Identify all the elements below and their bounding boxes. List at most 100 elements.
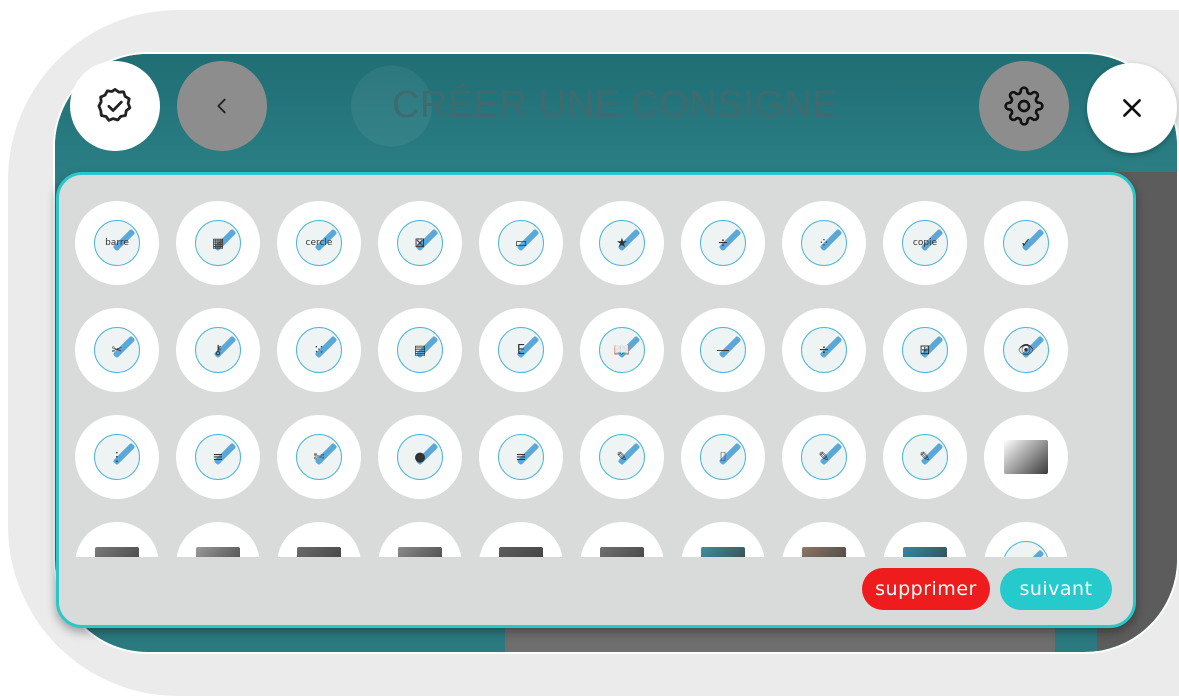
tile-glyph: ✓ (1020, 235, 1032, 251)
tool-tile[interactable]: ✎ (883, 415, 967, 499)
photo-icon (600, 547, 644, 557)
tool-tile[interactable]: ⚷ (176, 308, 260, 392)
ecrire-icon: ✎ (902, 434, 948, 480)
settings-button[interactable] (979, 61, 1069, 151)
tile-glyph: ✎ (919, 449, 931, 465)
tool-tile[interactable]: ● (378, 415, 462, 499)
photo-icon (903, 547, 947, 557)
tool-tile[interactable]: ⁘ (782, 201, 866, 285)
tool-tile[interactable]: ✎ (580, 415, 664, 499)
tool-tile[interactable]: ⁙ (277, 308, 361, 392)
tool-tile[interactable]: ≡ (479, 415, 563, 499)
tool-tile[interactable]: ▮ (984, 522, 1068, 557)
tool-tile[interactable]: ▤ (378, 308, 462, 392)
cercle-loupe-icon: cercle (296, 220, 342, 266)
depuis-icon: ⌷ (700, 434, 746, 480)
tile-glyph: ⌷ (719, 449, 727, 465)
tool-tile[interactable]: ⊠ (378, 201, 462, 285)
back-button[interactable] (177, 61, 267, 151)
tool-tile[interactable]: ★ (580, 201, 664, 285)
calculator-icon: ▦ (195, 220, 241, 266)
tool-tile[interactable]: ⊞ (883, 308, 967, 392)
liste-check-icon: ✓ (1003, 220, 1049, 266)
tool-tile[interactable]: ✎ (782, 415, 866, 499)
tool-tile[interactable]: ✄ (277, 415, 361, 499)
copie-icon: copie (902, 220, 948, 266)
tool-tile[interactable]: ⌷ (681, 415, 765, 499)
tool-tile[interactable]: — (681, 308, 765, 392)
tile-glyph: ▦ (211, 235, 225, 251)
surligner-icon: ✎ (599, 434, 645, 480)
close-button[interactable] (1087, 63, 1177, 153)
eye-icon: 👁 (1003, 327, 1049, 373)
tool-tile[interactable] (984, 415, 1068, 499)
points-ruler-icon: ⋮ (94, 434, 140, 480)
tile-glyph: copie (912, 238, 938, 248)
tool-tile[interactable] (883, 522, 967, 557)
tool-tile[interactable] (580, 522, 664, 557)
tool-grid: barre ▦ cercle ⊠ ▭ ★ ÷ ⁘ copie ✓ ✂ ⚷ ⁙ ▤ E 📖 — ÷ ⊞ 👁 ⋮ ≡ ✄ ● ≡ ✎ ⌷… (59, 175, 1133, 557)
tool-tile[interactable] (378, 522, 462, 557)
close-icon (1123, 99, 1141, 117)
badge-check-icon (97, 87, 132, 122)
tile-glyph: ✄ (313, 449, 325, 465)
next-button[interactable]: suivant (1000, 568, 1112, 610)
photo-icon (297, 547, 341, 557)
tool-tile[interactable]: ÷ (782, 308, 866, 392)
tile-glyph: ÷ (818, 342, 830, 358)
scissors-icon: ✂ (94, 327, 140, 373)
gear-icon (1004, 86, 1044, 126)
ruler-pencil-icon: — (700, 327, 746, 373)
photo-icon (802, 547, 846, 557)
letter-e-icon: E (498, 327, 544, 373)
tool-tile[interactable] (681, 522, 765, 557)
tool-tile[interactable] (782, 522, 866, 557)
tool-tile[interactable]: ▦ (176, 201, 260, 285)
grid-pencil-icon: ▤ (397, 327, 443, 373)
tile-glyph: 📖 (613, 342, 631, 358)
tile-glyph: 👁 (1017, 342, 1035, 358)
tile-glyph: ⋮ (110, 449, 124, 465)
tool-tile[interactable]: ✂ (75, 308, 159, 392)
tile-glyph: ⁘ (818, 235, 830, 251)
tile-glyph: ⊠ (414, 235, 426, 251)
validate-button[interactable] (70, 61, 160, 151)
photo-icon (499, 547, 543, 557)
fraction-table-icon: ⊞ (902, 327, 948, 373)
tile-glyph: ✎ (818, 449, 830, 465)
photo-icon (398, 547, 442, 557)
tool-tile[interactable]: E (479, 308, 563, 392)
tool-tile[interactable]: 👁 (984, 308, 1068, 392)
tile-glyph: — (716, 342, 730, 358)
division-pencil-icon: ÷ (801, 327, 847, 373)
cut-shape-icon: ✄ (296, 434, 342, 480)
tile-glyph: ★ (616, 235, 628, 251)
delete-button[interactable]: supprimer (862, 568, 990, 610)
tile-glyph: ≡ (212, 449, 224, 465)
brain-icon: ● (397, 434, 443, 480)
star-pencil-icon: ★ (599, 220, 645, 266)
tool-tile[interactable]: copie (883, 201, 967, 285)
chevron-left-icon (217, 98, 226, 114)
tool-tile[interactable]: barre (75, 201, 159, 285)
tile-glyph: ▮ (1022, 557, 1029, 558)
tool-tile[interactable] (277, 522, 361, 557)
triangle-pencil-icon: ⊠ (397, 220, 443, 266)
tool-tile[interactable]: ≡ (176, 415, 260, 499)
tool-tile[interactable] (176, 522, 260, 557)
tool-tile[interactable]: ✓ (984, 201, 1068, 285)
tool-tile[interactable]: ⋮ (75, 415, 159, 499)
tool-tile[interactable]: cercle (277, 201, 361, 285)
tool-tile[interactable] (479, 522, 563, 557)
tile-glyph: cercle (305, 238, 333, 248)
tile-glyph: ✂ (111, 342, 123, 358)
tile-glyph: E (516, 342, 526, 358)
tool-tile[interactable]: ÷ (681, 201, 765, 285)
tile-glyph: ✎ (616, 449, 628, 465)
tile-glyph: ▭ (514, 235, 528, 251)
tool-tile[interactable] (75, 522, 159, 557)
tool-tile[interactable]: ▭ (479, 201, 563, 285)
tile-glyph: ⊞ (919, 342, 931, 358)
tile-glyph: ▤ (413, 342, 427, 358)
tool-tile[interactable]: 📖 (580, 308, 664, 392)
